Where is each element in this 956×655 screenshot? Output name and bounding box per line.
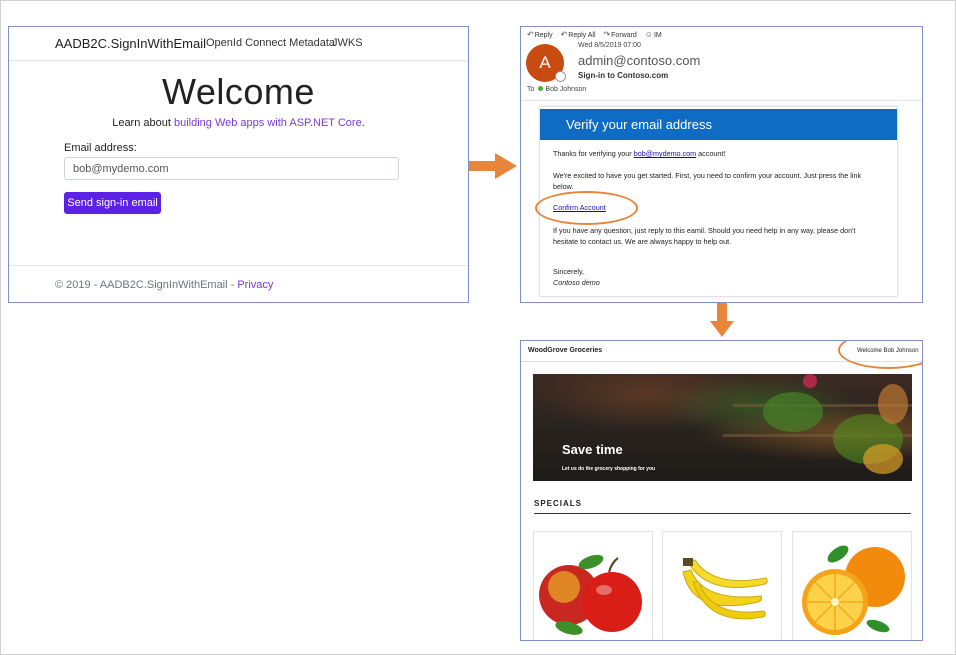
reply-all-label: Reply All bbox=[568, 32, 596, 39]
reply-icon: ↶ bbox=[527, 30, 534, 39]
reply-button[interactable]: ↶Reply bbox=[527, 30, 553, 39]
presence-status-icon bbox=[555, 71, 566, 82]
thanks-suffix: account! bbox=[696, 149, 726, 158]
help-paragraph: If you have any question, just reply to … bbox=[553, 226, 856, 246]
learn-about-text: Learn about building Web apps with ASP.N… bbox=[9, 117, 468, 129]
thanks-paragraph: Thanks for verifying your bob@mydemo.com… bbox=[553, 148, 875, 159]
navbar-brand[interactable]: AADB2C.SignInWithEmail bbox=[55, 36, 206, 51]
forward-button[interactable]: ↷Forward bbox=[603, 30, 636, 39]
email-input[interactable] bbox=[64, 157, 399, 180]
produce-decoration bbox=[763, 392, 823, 432]
im-icon: ☺ bbox=[644, 30, 653, 39]
send-signin-email-button[interactable]: Send sign-in email bbox=[64, 192, 161, 214]
nav-link-openid-metadata[interactable]: OpenId Connect Metadata bbox=[206, 37, 335, 49]
reply-all-icon: ↶ bbox=[560, 30, 568, 39]
footer-divider bbox=[9, 265, 468, 266]
specials-divider bbox=[534, 513, 911, 514]
privacy-link[interactable]: Privacy bbox=[237, 279, 273, 291]
reply-label: Reply bbox=[534, 32, 553, 39]
oranges-image bbox=[802, 545, 905, 635]
hero-banner: Save time Let us do the grocery shopping… bbox=[533, 374, 912, 481]
online-status-icon bbox=[538, 86, 544, 91]
woodgrove-site: WoodGrove Groceries Welcome Bob Johnson … bbox=[520, 340, 923, 641]
thanks-prefix: Thanks for verifying your bbox=[553, 149, 634, 158]
header-divider bbox=[521, 100, 922, 101]
page-title: Welcome bbox=[162, 71, 315, 112]
learn-suffix: . bbox=[361, 117, 365, 129]
email-date: Wed 8/5/2019 07:00 bbox=[578, 42, 641, 49]
sincerely-text: Sincerely, bbox=[553, 267, 585, 276]
email-toolbar: ↶Reply ↶Reply All ↷Forward ☺IM bbox=[527, 30, 668, 39]
produce-decoration bbox=[863, 444, 903, 474]
arrow-down-icon bbox=[710, 303, 734, 337]
product-card-bananas[interactable] bbox=[662, 531, 782, 640]
confirm-highlight-ring bbox=[535, 191, 638, 225]
apples-image bbox=[539, 554, 642, 635]
product-card-apples[interactable] bbox=[533, 531, 653, 640]
site-brand[interactable]: WoodGrove Groceries bbox=[528, 347, 602, 354]
footer-copyright: © 2019 - AADB2C.SignInWithEmail - bbox=[55, 279, 238, 291]
page-footer: © 2019 - AADB2C.SignInWithEmail - Privac… bbox=[55, 279, 273, 291]
forward-label: Forward bbox=[611, 32, 637, 39]
signature-text: Contoso demo bbox=[553, 278, 600, 287]
verify-banner: Verify your email address bbox=[540, 109, 897, 140]
produce-decoration bbox=[878, 384, 908, 424]
reply-all-button[interactable]: ↶Reply All bbox=[561, 30, 596, 39]
hero-title: Save time bbox=[562, 442, 623, 457]
learn-prefix: Learn about bbox=[112, 117, 174, 129]
verification-email: ↶Reply ↶Reply All ↷Forward ☺IM A Wed 8/5… bbox=[520, 26, 923, 303]
top-navbar: AADB2C.SignInWithEmail OpenId Connect Me… bbox=[9, 27, 468, 61]
flower-decoration bbox=[803, 374, 817, 388]
email-subject: Sign-in to Contoso.com bbox=[578, 71, 669, 80]
signin-web-page: AADB2C.SignInWithEmail OpenId Connect Me… bbox=[8, 26, 469, 303]
nav-link-jwks[interactable]: JWKS bbox=[332, 37, 363, 49]
im-label: IM bbox=[653, 32, 662, 39]
email-sender: admin@contoso.com bbox=[578, 53, 701, 68]
welcome-highlight-ring bbox=[838, 341, 922, 369]
user-email-link[interactable]: bob@mydemo.com bbox=[634, 149, 696, 158]
specials-heading: SPECIALS bbox=[534, 499, 583, 508]
product-card-oranges[interactable] bbox=[792, 531, 912, 640]
aspnet-core-link[interactable]: building Web apps with ASP.NET Core bbox=[174, 117, 362, 129]
bananas-image bbox=[682, 558, 768, 620]
email-recipient: To Bob Johnson bbox=[527, 86, 586, 93]
email-label: Email address: bbox=[64, 142, 137, 154]
hero-subtitle: Let us do the grocery shopping for you bbox=[562, 466, 656, 472]
excited-paragraph: We're excited to have you get started. F… bbox=[553, 171, 862, 191]
arrow-right-icon bbox=[469, 153, 517, 179]
to-label: To bbox=[527, 86, 535, 93]
forward-icon: ↷ bbox=[603, 30, 611, 39]
recipient-name[interactable]: Bob Johnson bbox=[545, 86, 586, 93]
im-button[interactable]: ☺IM bbox=[645, 30, 662, 39]
